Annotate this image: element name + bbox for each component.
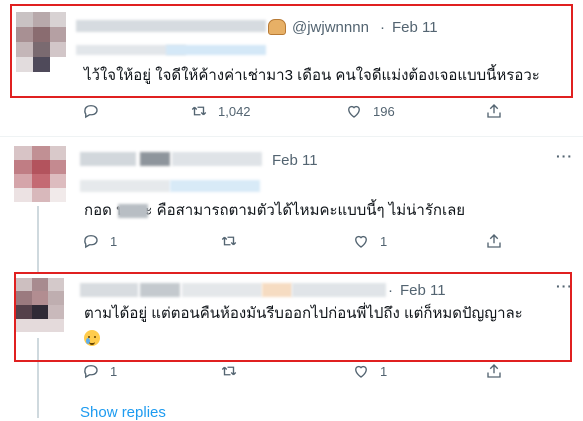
reply-button[interactable] (82, 102, 100, 120)
tweet-text: ตามได้อยู่ แต่ตอนคืนห้องมันรีบออกไปก่อนพ… (84, 305, 523, 322)
avatar[interactable] (16, 12, 66, 72)
like-icon (355, 235, 367, 248)
display-name-pixelated[interactable] (80, 283, 138, 297)
reply-count: 1 (110, 233, 118, 249)
display-name-pixelated-4 (262, 283, 292, 297)
crying-laughing-emoji-icon (84, 330, 100, 346)
tweet-actions: 1,042 196 (0, 102, 583, 126)
retweet-count: 1,042 (218, 103, 251, 119)
reply-icon (84, 105, 98, 119)
tweet-actions: 1 1 (0, 232, 583, 256)
tweet-3[interactable]: · Feb 11 ··· ตามได้อยู่ แต่ตอนคืนห้องมัน… (0, 0, 583, 418)
display-name-pixelated-3 (172, 152, 262, 166)
date-separator: · (388, 282, 393, 299)
display-name-pixelated[interactable] (80, 152, 136, 166)
like-count: 1 (380, 233, 388, 249)
tweet-date[interactable]: Feb 11 (400, 282, 446, 299)
like-icon (348, 105, 360, 118)
tweet-date[interactable]: Feb 11 (272, 152, 318, 169)
like-count: 196 (373, 103, 395, 119)
reply-button[interactable]: 1 (82, 232, 117, 250)
retweet-icon (221, 366, 237, 376)
like-icon (355, 365, 367, 378)
display-name-pixelated-5 (292, 283, 386, 297)
share-button[interactable] (485, 362, 503, 380)
share-button[interactable] (485, 232, 503, 250)
retweet-button[interactable] (220, 232, 238, 250)
more-icon[interactable]: ··· (556, 278, 573, 294)
avatar[interactable] (14, 146, 66, 202)
tweet-date[interactable]: Feb 11 (392, 19, 438, 36)
display-name-pixelated-5 (170, 180, 260, 192)
share-icon (487, 234, 501, 248)
show-replies-link[interactable]: Show replies (80, 404, 166, 421)
retweet-button[interactable]: 1,042 (190, 102, 251, 120)
display-name-pixelated-3 (182, 283, 262, 297)
reply-icon (84, 365, 98, 379)
divider (0, 136, 583, 137)
retweet-button[interactable] (220, 362, 238, 380)
date-separator: · (380, 19, 385, 36)
redacted-text (118, 204, 148, 218)
reply-button[interactable]: 1 (82, 362, 117, 380)
tweet-text: ไว้ใจให้อยู่ ใจดีให้ค้างค่าเช่ามา3 เดือน… (84, 67, 540, 84)
display-name-pixelated-2 (140, 152, 170, 166)
bread-emoji-icon (268, 19, 286, 35)
like-button[interactable]: 196 (345, 102, 395, 120)
reply-icon (84, 235, 98, 249)
share-icon (487, 364, 501, 378)
like-button[interactable]: 1 (352, 232, 387, 250)
retweet-icon (191, 106, 207, 116)
retweet-icon (221, 236, 237, 246)
tweet-actions: 1 1 (0, 362, 583, 386)
like-button[interactable]: 1 (352, 362, 387, 380)
display-name-pixelated-3 (166, 45, 266, 55)
avatar[interactable] (16, 278, 64, 332)
tweet-handle[interactable]: @jwjwnnnn (292, 19, 369, 36)
share-button[interactable] (485, 102, 503, 120)
more-icon[interactable]: ··· (556, 148, 573, 164)
display-name-pixelated[interactable] (76, 20, 266, 32)
share-icon (487, 104, 501, 118)
reply-count: 1 (110, 363, 118, 379)
display-name-pixelated-4 (80, 180, 170, 192)
like-count: 1 (380, 363, 388, 379)
display-name-pixelated-2 (140, 283, 180, 297)
